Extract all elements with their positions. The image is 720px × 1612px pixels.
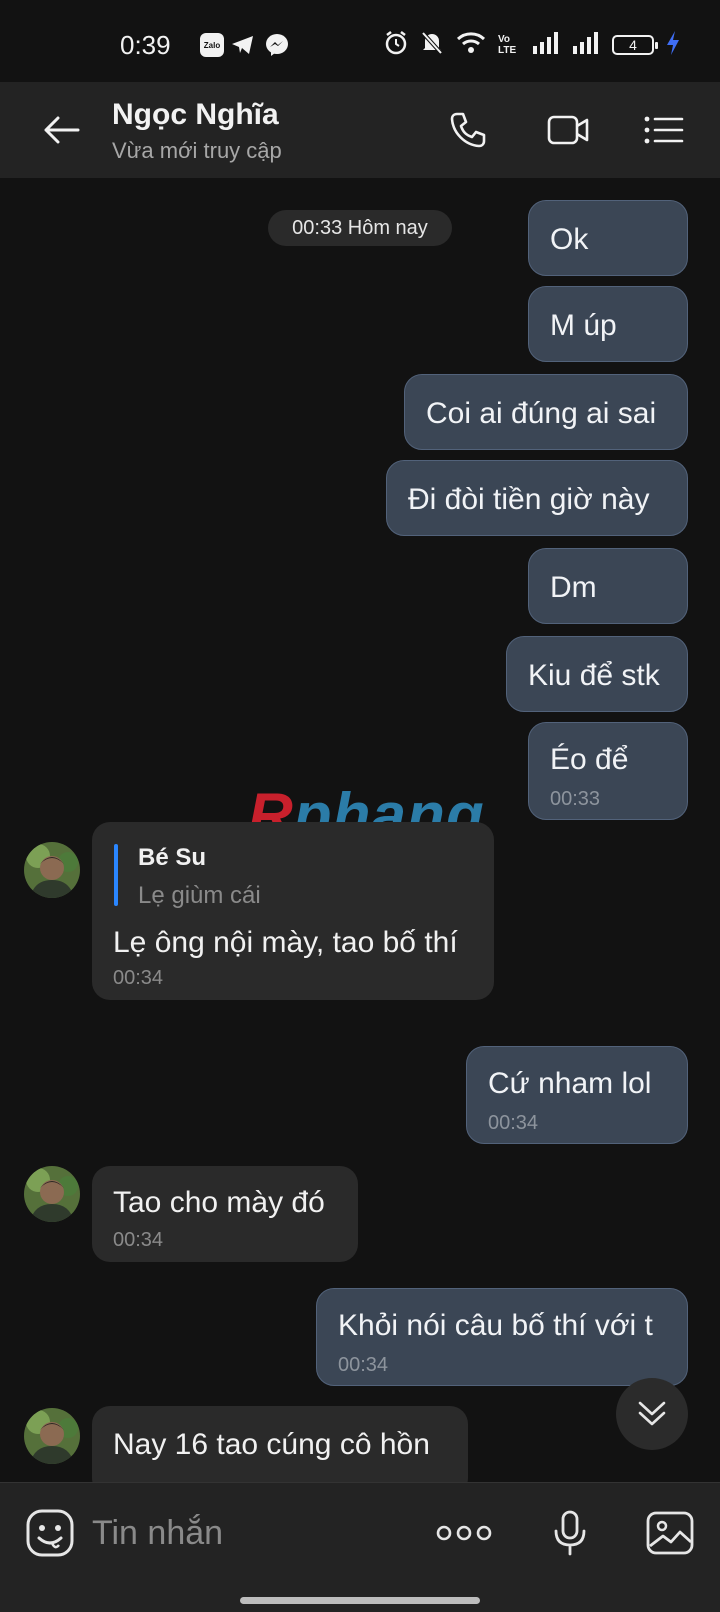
voice-call-button[interactable] <box>440 104 496 156</box>
volte-label: Vo LTE <box>498 34 517 56</box>
options-menu-button[interactable] <box>636 104 692 156</box>
message-text: Nay 16 tao cúng cô hồn <box>113 1428 430 1461</box>
contact-name[interactable]: Ngọc Nghĩa <box>112 98 279 132</box>
status-time: 0:39 <box>120 30 171 60</box>
message-text: Kiu để stk <box>528 659 660 692</box>
send-image-button[interactable] <box>640 1503 700 1563</box>
status-icons: Vo LTE 4 <box>384 30 680 60</box>
microphone-icon <box>554 1510 586 1556</box>
message-text: Coi ai đúng ai sai <box>426 397 657 430</box>
message-time: 00:34 <box>113 967 164 989</box>
telegram-icon <box>230 33 256 57</box>
message-bubble[interactable]: Dm <box>528 548 688 624</box>
message-time: 00:34 <box>488 1112 539 1134</box>
message-bubble[interactable]: Coi ai đúng ai sai <box>404 374 688 450</box>
messenger-icon <box>264 33 290 57</box>
message-text: M úp <box>550 309 617 342</box>
menu-icon <box>644 116 684 144</box>
more-options-button[interactable] <box>434 1509 494 1557</box>
home-indicator[interactable] <box>240 1597 480 1604</box>
scroll-to-bottom-button[interactable] <box>616 1378 688 1450</box>
message-bubble[interactable]: Cứ nham lol 00:34 <box>466 1046 688 1144</box>
reply-quote-text: Lẹ giùm cái <box>138 882 261 909</box>
message-text: Lẹ ông nội mày, tao bố thí <box>113 926 458 959</box>
more-options-icon <box>436 1525 492 1541</box>
message-bubble[interactable]: Éo để 00:33 <box>528 722 688 820</box>
back-button[interactable] <box>30 100 94 160</box>
alarm-icon <box>384 30 408 61</box>
message-time: 00:33 <box>550 788 601 810</box>
message-time: 00:34 <box>113 1229 164 1251</box>
avatar[interactable] <box>24 1166 80 1222</box>
message-text: Đi đòi tiền giờ này <box>408 483 650 516</box>
mute-bell-icon <box>420 30 444 61</box>
gallery-icon <box>646 1511 694 1555</box>
charging-icon <box>666 30 680 60</box>
message-bubble[interactable]: Tao cho mày đó 00:34 <box>92 1166 358 1262</box>
message-bubble[interactable]: Khỏi nói câu bố thí với t 00:34 <box>316 1288 688 1386</box>
message-text: Tao cho mày đó <box>113 1186 325 1219</box>
message-composer <box>0 1482 720 1612</box>
signal-2-icon <box>572 31 600 59</box>
message-time: 00:34 <box>338 1354 389 1376</box>
message-text: Éo để <box>550 743 629 776</box>
message-bubble[interactable]: M úp <box>528 286 688 362</box>
message-bubble[interactable]: Nay 16 tao cúng cô hồn <box>92 1406 468 1482</box>
reply-accent-bar <box>114 844 118 906</box>
avatar[interactable] <box>24 1408 80 1464</box>
chat-header: Ngọc Nghĩa Vừa mới truy cập <box>0 82 720 178</box>
contact-status: Vừa mới truy cập <box>112 138 282 163</box>
date-divider: 00:33 Hôm nay <box>268 210 452 246</box>
phone-icon <box>450 112 486 148</box>
zalo-notification-icon: Zalo <box>200 33 224 57</box>
battery-icon: 4 <box>612 35 658 55</box>
signal-icon <box>532 31 560 59</box>
message-bubble[interactable]: Ok <box>528 200 688 276</box>
double-chevron-down-icon <box>638 1401 666 1426</box>
video-call-button[interactable] <box>538 104 598 156</box>
emoji-icon <box>26 1509 74 1557</box>
voice-record-button[interactable] <box>540 1503 600 1563</box>
back-arrow-icon <box>44 116 80 144</box>
message-bubble[interactable]: Kiu để stk <box>506 636 688 712</box>
video-call-icon <box>547 115 589 145</box>
message-text: Khỏi nói câu bố thí với t <box>338 1309 653 1342</box>
message-text: Ok <box>550 223 589 256</box>
wifi-icon <box>456 31 486 60</box>
status-bar: 0:39 Zalo Vo LTE 4 <box>0 0 720 82</box>
emoji-button[interactable] <box>22 1505 78 1561</box>
message-input[interactable] <box>92 1509 392 1557</box>
message-bubble[interactable]: Đi đòi tiền giờ này <box>386 460 688 536</box>
message-list[interactable]: 00:33 Hôm nay Ok M úp Coi ai đúng ai sai… <box>0 178 720 1482</box>
message-bubble[interactable]: Bé Su Lẹ giùm cái Lẹ ông nội mày, tao bố… <box>92 822 494 1000</box>
message-text: Dm <box>550 571 597 604</box>
avatar[interactable] <box>24 842 80 898</box>
message-text: Cứ nham lol <box>488 1067 652 1100</box>
reply-quote-author: Bé Su <box>138 844 207 871</box>
